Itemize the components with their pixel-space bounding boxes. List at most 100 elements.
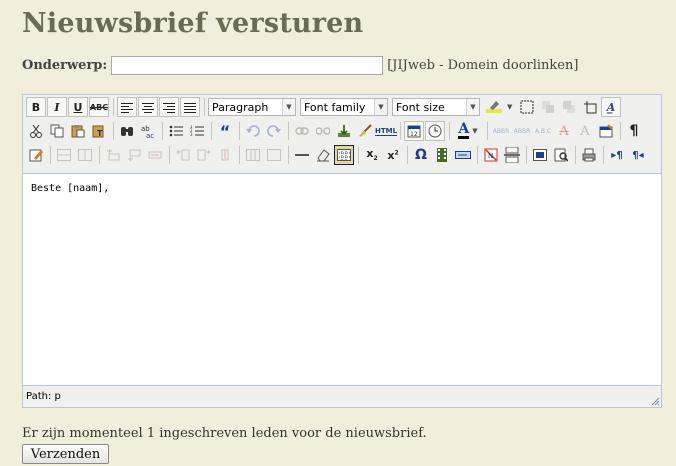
html-source-button[interactable]: HTML <box>374 121 398 141</box>
col-before-button[interactable] <box>173 145 193 165</box>
align-left-icon <box>121 102 133 113</box>
print-button[interactable] <box>579 145 599 165</box>
underline-button[interactable]: U <box>68 97 88 117</box>
numbered-list-button[interactable]: 123 <box>187 121 207 141</box>
move-backward-button[interactable] <box>538 97 558 117</box>
paste-text-button[interactable]: T <box>89 121 109 141</box>
toolbar-row-1: B I U ABC Paragraph ▼ Font family ▼ Font s… <box>23 95 661 119</box>
send-button[interactable]: Verzenden <box>22 444 109 464</box>
insert-link-button[interactable] <box>292 121 312 141</box>
strikethrough-button[interactable]: ABC <box>89 97 109 117</box>
horizontal-rule-button[interactable] <box>292 145 312 165</box>
preview-button[interactable] <box>551 145 571 165</box>
cut-button[interactable] <box>26 121 46 141</box>
toolbar-separator <box>113 98 114 116</box>
highlight-color-icon: ▼ <box>486 101 513 113</box>
undo-button[interactable] <box>243 121 263 141</box>
toolbar-separator <box>358 146 359 164</box>
merge-cells-icon <box>267 149 281 161</box>
col-after-button[interactable] <box>194 145 214 165</box>
align-left-button[interactable] <box>117 97 137 117</box>
element-path[interactable]: Path: p <box>26 391 61 402</box>
numbered-list-icon: 123 <box>190 125 204 137</box>
highlight-color-button[interactable]: ▼ <box>484 97 516 117</box>
layer-front-icon <box>563 101 575 113</box>
superscript-button[interactable]: x2 <box>383 145 403 165</box>
delete-row-icon <box>148 151 162 159</box>
svg-text:3: 3 <box>190 132 193 137</box>
attributes-button[interactable] <box>596 121 616 141</box>
attributes-icon <box>599 124 613 138</box>
ltr-button[interactable]: ▸¶ <box>607 145 627 165</box>
toolbar-separator <box>50 146 51 164</box>
font-size-select[interactable]: Font size ▼ <box>392 98 480 116</box>
svg-text:T: T <box>97 129 103 138</box>
insert-time-button[interactable] <box>425 121 445 141</box>
align-right-button[interactable] <box>159 97 179 117</box>
insert-date-button[interactable]: 12 <box>404 121 424 141</box>
split-cells-button[interactable] <box>243 145 263 165</box>
style-props-button[interactable]: A̲ <box>601 97 621 117</box>
format-select[interactable]: Paragraph ▼ <box>208 98 296 116</box>
cite-button[interactable]: ABBR <box>491 121 511 141</box>
chevron-down-icon: ▼ <box>282 99 295 115</box>
film-icon <box>437 148 447 162</box>
toolbar-row-3: x2 x2 Ω N ▸¶ ¶◂ <box>23 143 661 167</box>
acronym-button[interactable]: A.B.C <box>533 121 553 141</box>
toolbar-separator <box>239 146 240 164</box>
replace-button[interactable]: ab ac <box>138 121 158 141</box>
merge-cells-button[interactable] <box>264 145 284 165</box>
insert-anchor-button[interactable] <box>334 121 354 141</box>
fullscreen-button[interactable] <box>530 145 550 165</box>
blockquote-button[interactable]: “ <box>215 121 235 141</box>
editor-content-area[interactable]: Beste [naam], <box>23 173 661 386</box>
italic-button[interactable]: I <box>47 97 67 117</box>
insert-media-button[interactable] <box>432 145 452 165</box>
toolbar-row-2: T ab ac 123 “ HTML 12 A ▼ ABBR ABBR A.B.… <box>23 119 661 143</box>
copy-button[interactable] <box>47 121 67 141</box>
font-family-select[interactable]: Font family ▼ <box>300 98 388 116</box>
insert-layer-button[interactable] <box>580 97 600 117</box>
select-all-button[interactable] <box>517 97 537 117</box>
edit-css-icon <box>29 149 43 162</box>
insert-text-button[interactable]: A <box>575 121 595 141</box>
find-button[interactable] <box>117 121 137 141</box>
row-before-button[interactable] <box>103 145 123 165</box>
align-center-button[interactable] <box>138 97 158 117</box>
page-break-icon <box>504 147 520 163</box>
bullet-list-button[interactable] <box>166 121 186 141</box>
font-color-button[interactable]: A ▼ <box>453 121 483 141</box>
remove-format-button[interactable] <box>313 145 333 165</box>
table-row-props-button[interactable] <box>54 145 74 165</box>
delete-col-button[interactable] <box>215 145 235 165</box>
delete-row-button[interactable] <box>145 145 165 165</box>
rtl-button[interactable]: ¶◂ <box>628 145 648 165</box>
insert-input-button[interactable] <box>453 145 473 165</box>
editor-statusbar: Path: p <box>23 386 661 406</box>
delete-text-button[interactable]: A <box>554 121 574 141</box>
show-invisibles-button[interactable]: ¶ <box>624 121 644 141</box>
subscript-button[interactable]: x2 <box>362 145 382 165</box>
table-cell-props-button[interactable] <box>75 145 95 165</box>
unlink-button[interactable] <box>313 121 333 141</box>
page-break-button[interactable]: N <box>481 145 501 165</box>
editor-paragraph[interactable]: Beste [naam], <box>31 183 109 194</box>
visual-aid-button[interactable] <box>334 145 354 165</box>
no-break-icon: N <box>484 148 498 162</box>
unlink-icon <box>316 127 330 135</box>
bold-button[interactable]: B <box>26 97 46 117</box>
visual-aid-icon <box>337 149 351 161</box>
insert-layer-icon <box>584 101 597 114</box>
page-separator-button[interactable] <box>502 145 522 165</box>
subject-input[interactable] <box>111 55 384 75</box>
edit-css-button[interactable] <box>26 145 46 165</box>
abbr-button[interactable]: ABBR <box>512 121 532 141</box>
resize-handle-icon[interactable] <box>650 396 660 406</box>
special-char-button[interactable]: Ω <box>411 145 431 165</box>
cleanup-button[interactable] <box>355 121 375 141</box>
align-justify-button[interactable] <box>180 97 200 117</box>
row-after-button[interactable] <box>124 145 144 165</box>
move-forward-button[interactable] <box>559 97 579 117</box>
redo-button[interactable] <box>264 121 284 141</box>
paste-button[interactable] <box>68 121 88 141</box>
